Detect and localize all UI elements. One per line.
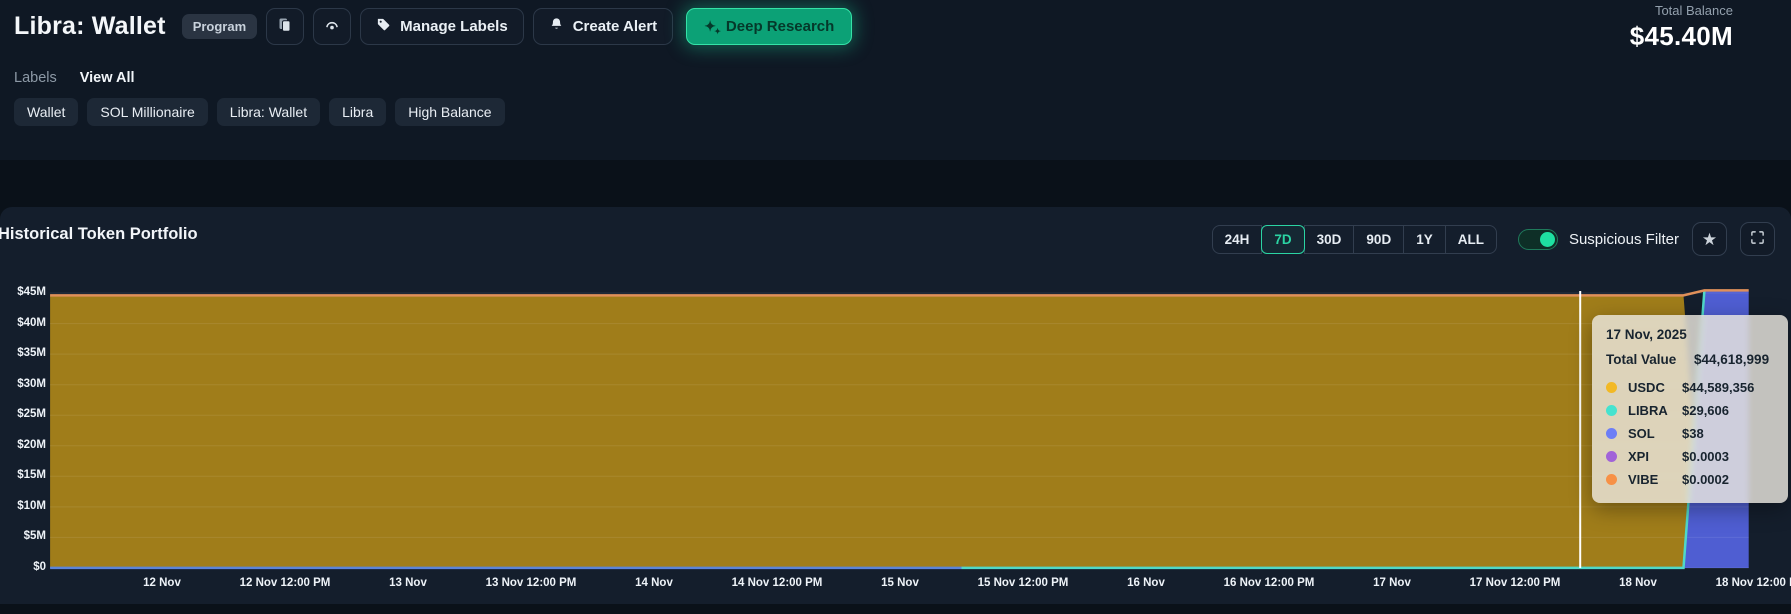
x-tick-label: 16 Nov 12:00 PM <box>1224 577 1315 589</box>
wallet-header-section: Libra: Wallet Program Manage Labels <box>0 0 1791 160</box>
total-balance-value: $45.40M <box>1630 21 1733 52</box>
token-symbol: XPI <box>1628 449 1682 464</box>
label-tag[interactable]: Libra: Wallet <box>217 98 320 126</box>
labels-title: Labels <box>14 70 57 86</box>
range-button-7d[interactable]: 7D <box>1261 225 1304 254</box>
view-all-link[interactable]: View All <box>80 70 135 86</box>
sparkles-icon: ✦ <box>704 19 716 33</box>
toggle-switch-icon[interactable] <box>1518 229 1558 250</box>
copy-address-button[interactable] <box>266 8 304 45</box>
x-tick-label: 14 Nov 12:00 PM <box>732 577 823 589</box>
label-tag[interactable]: Libra <box>329 98 386 126</box>
token-dot-icon <box>1606 382 1617 393</box>
x-tick-label: 17 Nov 12:00 PM <box>1470 577 1561 589</box>
token-symbol: USDC <box>1628 380 1682 395</box>
y-tick-label: $30M <box>0 378 46 390</box>
token-value: $29,606 <box>1682 403 1729 418</box>
tooltip-total-label: Total Value <box>1606 352 1694 367</box>
y-tick-label: $45M <box>0 286 46 298</box>
tooltip-total-value: $44,618,999 <box>1694 352 1769 367</box>
create-alert-label: Create Alert <box>573 18 657 35</box>
x-tick-label: 15 Nov <box>881 577 919 589</box>
range-button-1y[interactable]: 1Y <box>1403 225 1446 254</box>
x-tick-label: 18 Nov 12:00 PM <box>1716 577 1791 589</box>
label-tags: Wallet SOL Millionaire Libra: Wallet Libra H… <box>14 98 505 126</box>
tooltip-total-row: Total Value $44,618,999 <box>1606 352 1774 367</box>
program-badge: Program <box>182 14 257 39</box>
total-balance-label: Total Balance <box>1630 3 1733 18</box>
x-tick-label: 13 Nov 12:00 PM <box>486 577 577 589</box>
token-dot-icon <box>1606 405 1617 416</box>
chart-controls: 24H7D30D90D1YALL Suspicious Filter ★ <box>1212 222 1775 256</box>
watch-button[interactable] <box>313 8 351 45</box>
tag-icon <box>376 17 391 36</box>
token-value: $44,589,356 <box>1682 380 1754 395</box>
range-button-all[interactable]: ALL <box>1445 225 1497 254</box>
suspicious-filter-label: Suspicious Filter <box>1569 231 1679 248</box>
fullscreen-icon <box>1750 230 1765 248</box>
token-value: $0.0003 <box>1682 449 1729 464</box>
range-button-30d[interactable]: 30D <box>1304 225 1355 254</box>
bell-icon <box>549 17 564 36</box>
tooltip-token-row: SOL$38 <box>1606 422 1774 445</box>
label-tag[interactable]: Wallet <box>14 98 78 126</box>
tooltip-token-row: XPI$0.0003 <box>1606 445 1774 468</box>
token-value: $38 <box>1682 426 1704 441</box>
token-symbol: SOL <box>1628 426 1682 441</box>
y-tick-label: $5M <box>0 530 46 542</box>
y-tick-label: $10M <box>0 500 46 512</box>
y-tick-label: $35M <box>0 347 46 359</box>
range-button-24h[interactable]: 24H <box>1212 225 1263 254</box>
token-dot-icon <box>1606 451 1617 462</box>
deep-research-label: Deep Research <box>726 18 834 35</box>
y-tick-label: $20M <box>0 439 46 451</box>
range-button-90d[interactable]: 90D <box>1353 225 1404 254</box>
chart-title: Historical Token Portfolio <box>0 225 198 244</box>
copy-icon <box>277 17 293 36</box>
token-dot-icon <box>1606 428 1617 439</box>
tooltip-token-row: USDC$44,589,356 <box>1606 376 1774 399</box>
star-icon: ★ <box>1702 231 1717 248</box>
page-title: Libra: Wallet <box>14 12 166 41</box>
wallet-page: Libra: Wallet Program Manage Labels <box>0 0 1791 614</box>
y-tick-label: $0 <box>0 561 46 573</box>
total-balance: Total Balance $45.40M <box>1630 3 1733 52</box>
y-tick-label: $40M <box>0 317 46 329</box>
create-alert-button[interactable]: Create Alert <box>533 8 673 45</box>
token-dot-icon <box>1606 474 1617 485</box>
manage-labels-button[interactable]: Manage Labels <box>360 8 524 45</box>
chart-tooltip: 17 Nov, 2025 Total Value $44,618,999 USD… <box>1592 315 1788 503</box>
x-tick-label: 18 Nov <box>1619 577 1657 589</box>
tooltip-token-rows: USDC$44,589,356LIBRA$29,606SOL$38XPI$0.0… <box>1606 376 1774 491</box>
tooltip-token-row: LIBRA$29,606 <box>1606 399 1774 422</box>
token-symbol: VIBE <box>1628 472 1682 487</box>
suspicious-filter-toggle[interactable]: Suspicious Filter <box>1518 229 1679 250</box>
x-tick-label: 16 Nov <box>1127 577 1165 589</box>
x-tick-label: 14 Nov <box>635 577 673 589</box>
y-tick-label: $15M <box>0 469 46 481</box>
label-tag[interactable]: High Balance <box>395 98 504 126</box>
manage-labels-label: Manage Labels <box>400 18 508 35</box>
x-tick-label: 12 Nov 12:00 PM <box>240 577 331 589</box>
tooltip-date: 17 Nov, 2025 <box>1606 327 1774 342</box>
watch-icon <box>324 17 340 36</box>
y-tick-label: $25M <box>0 408 46 420</box>
fullscreen-button[interactable] <box>1740 222 1775 256</box>
label-tag[interactable]: SOL Millionaire <box>87 98 207 126</box>
x-tick-label: 15 Nov 12:00 PM <box>978 577 1069 589</box>
token-value: $0.0002 <box>1682 472 1729 487</box>
labels-row: Labels View All <box>14 70 135 86</box>
x-tick-label: 13 Nov <box>389 577 427 589</box>
time-range-selector: 24H7D30D90D1YALL <box>1212 225 1497 254</box>
favorite-button[interactable]: ★ <box>1692 222 1727 256</box>
x-tick-label: 17 Nov <box>1373 577 1411 589</box>
header-row: Libra: Wallet Program Manage Labels <box>14 7 852 45</box>
token-symbol: LIBRA <box>1628 403 1682 418</box>
tooltip-token-row: VIBE$0.0002 <box>1606 468 1774 491</box>
deep-research-button[interactable]: ✦ Deep Research <box>686 8 852 45</box>
chart-panel: Historical Token Portfolio 24H7D30D90D1Y… <box>0 207 1791 604</box>
x-tick-label: 12 Nov <box>143 577 181 589</box>
